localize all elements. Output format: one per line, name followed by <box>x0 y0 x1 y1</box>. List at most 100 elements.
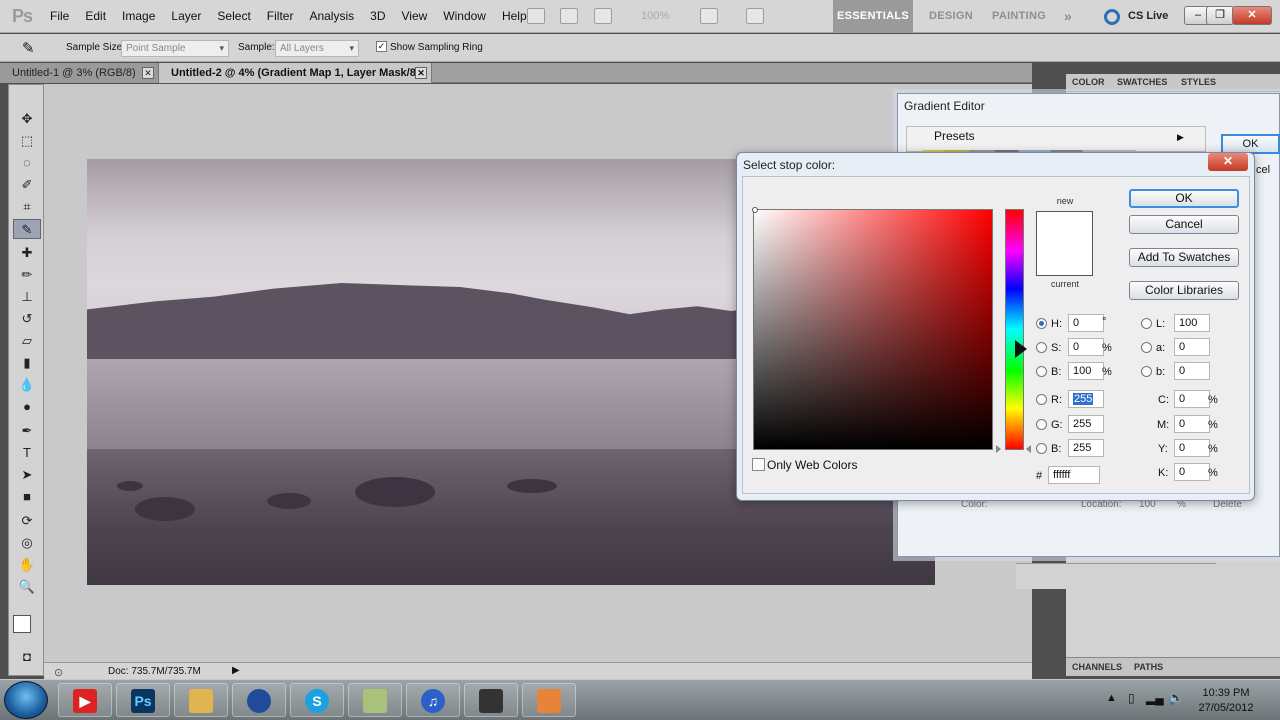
menu-filter[interactable]: Filter <box>259 0 302 33</box>
menu-view[interactable]: View <box>393 0 435 33</box>
hand-tool-icon[interactable]: ✋ <box>13 555 41 575</box>
tab-swatches[interactable]: SWATCHES <box>1117 77 1167 87</box>
color-libraries-button[interactable]: Color Libraries <box>1129 281 1239 300</box>
tab-channels[interactable]: CHANNELS <box>1072 662 1122 672</box>
zoom-tool-icon[interactable]: 🔍 <box>13 577 41 597</box>
restore-button[interactable]: ❐ <box>1206 6 1234 25</box>
sample-select[interactable]: All Layers <box>275 40 359 57</box>
workspace-essentials[interactable]: ESSENTIALS <box>833 0 913 33</box>
foreground-color-swatch[interactable] <box>13 615 31 633</box>
taskbar-clock[interactable]: 10:39 PM 27/05/2012 <box>1190 686 1262 716</box>
tab-styles[interactable]: STYLES <box>1181 77 1216 87</box>
sample-size-select[interactable]: Point Sample <box>121 40 229 57</box>
more-workspaces-icon[interactable]: » <box>1064 0 1072 33</box>
eyedropper-preset-icon[interactable]: ✎ <box>22 39 35 57</box>
shape-tool-icon[interactable]: ■ <box>13 487 41 507</box>
move-tool-icon[interactable]: ✥ <box>13 109 41 129</box>
blue-field[interactable]: 255 <box>1068 439 1104 457</box>
gradient-ok-button[interactable]: OK <box>1221 134 1280 154</box>
extras-icon[interactable] <box>594 8 612 24</box>
hue-slider[interactable] <box>1005 209 1024 450</box>
arrange-icon[interactable] <box>700 8 718 24</box>
m-field[interactable]: 0 <box>1174 415 1210 433</box>
c-field[interactable]: 0 <box>1174 390 1210 408</box>
brightness-radio[interactable] <box>1036 366 1047 377</box>
start-button[interactable] <box>4 681 48 719</box>
ok-button[interactable]: OK <box>1129 189 1239 208</box>
dodge-tool-icon[interactable]: ● <box>13 397 41 417</box>
l-field[interactable]: 100 <box>1174 314 1210 332</box>
close-tab-icon[interactable]: ✕ <box>142 67 154 79</box>
b-lab-field[interactable]: 0 <box>1174 362 1210 380</box>
eraser-tool-icon[interactable]: ▱ <box>13 331 41 351</box>
show-hidden-icons-icon[interactable]: ▲ <box>1106 692 1117 704</box>
gradient-tool-icon[interactable]: ▮ <box>13 353 41 373</box>
menu-window[interactable]: Window <box>435 0 494 33</box>
menu-image[interactable]: Image <box>114 0 163 33</box>
eyedropper-tool-icon[interactable]: ✎ <box>13 219 41 239</box>
marquee-tool-icon[interactable]: ⬚ <box>13 131 41 151</box>
tab-paths[interactable]: PATHS <box>1134 662 1163 672</box>
3d-orbit-tool-icon[interactable]: ◎ <box>13 533 41 553</box>
network-icon[interactable]: ▂▄ <box>1146 691 1164 705</box>
status-zoom-icon[interactable]: ⊙ <box>54 666 63 679</box>
taskbar-itunes[interactable]: ♫ <box>406 683 460 717</box>
pen-tool-icon[interactable]: ✒ <box>13 421 41 441</box>
r-field[interactable]: 255 <box>1068 390 1104 408</box>
menu-edit[interactable]: Edit <box>77 0 114 33</box>
hue-slider-right-arrow-icon[interactable] <box>1026 445 1031 453</box>
hex-field[interactable]: ffffff <box>1048 466 1100 484</box>
menu-file[interactable]: File <box>42 0 77 33</box>
taskbar-skype[interactable]: S <box>290 683 344 717</box>
brush-tool-icon[interactable]: ✏ <box>13 265 41 285</box>
b-lab-radio[interactable] <box>1141 366 1152 377</box>
blue-radio[interactable] <box>1036 443 1047 454</box>
a-radio[interactable] <box>1141 342 1152 353</box>
zoom-level[interactable]: 100% <box>641 10 669 22</box>
h-radio[interactable] <box>1036 318 1047 329</box>
workspace-painting[interactable]: PAINTING <box>992 0 1046 33</box>
taskbar-photoshop[interactable]: Ps <box>116 683 170 717</box>
clone-stamp-tool-icon[interactable]: ⊥ <box>13 287 41 307</box>
workspace-design[interactable]: DESIGN <box>929 0 973 33</box>
volume-icon[interactable]: 🔈 <box>1168 690 1184 706</box>
path-select-tool-icon[interactable]: ➤ <box>13 465 41 485</box>
cancel-button[interactable]: Cancel <box>1129 215 1239 234</box>
s-radio[interactable] <box>1036 342 1047 353</box>
crop-tool-icon[interactable]: ⌗ <box>13 197 41 217</box>
show-ring-checkbox[interactable]: ✓ <box>376 41 387 52</box>
history-brush-tool-icon[interactable]: ↺ <box>13 309 41 329</box>
taskbar-youtube[interactable]: ▶ <box>58 683 112 717</box>
type-tool-icon[interactable]: T <box>13 443 41 463</box>
y-field[interactable]: 0 <box>1174 439 1210 457</box>
a-field[interactable]: 0 <box>1174 338 1210 356</box>
only-web-colors-checkbox[interactable] <box>752 458 765 471</box>
quick-mask-icon[interactable]: ◘ <box>13 647 41 667</box>
mini-bridge-icon[interactable] <box>560 8 578 24</box>
3d-rotate-tool-icon[interactable]: ⟳ <box>13 511 41 531</box>
taskbar-browser[interactable] <box>232 683 286 717</box>
blur-tool-icon[interactable]: 💧 <box>13 375 41 395</box>
tab-untitled-2[interactable]: Untitled-2 @ 4% (Gradient Map 1, Layer M… <box>158 63 432 83</box>
close-button[interactable]: ✕ <box>1232 6 1272 25</box>
healing-brush-tool-icon[interactable]: ✚ <box>13 243 41 263</box>
close-tab-icon[interactable]: ✕ <box>415 67 427 79</box>
screen-mode-icon[interactable] <box>746 8 764 24</box>
menu-3d[interactable]: 3D <box>362 0 393 33</box>
menu-analysis[interactable]: Analysis <box>301 0 362 33</box>
cs-live[interactable]: CS Live <box>1128 10 1168 22</box>
tab-untitled-1[interactable]: Untitled-1 @ 3% (RGB/8) ✕ <box>0 63 158 83</box>
taskbar-app[interactable] <box>348 683 402 717</box>
menu-layer[interactable]: Layer <box>163 0 209 33</box>
presets-menu-icon[interactable]: ▶ <box>1177 132 1184 143</box>
dialog-close-button[interactable]: ✕ <box>1208 153 1248 171</box>
k-field[interactable]: 0 <box>1174 463 1210 481</box>
add-to-swatches-button[interactable]: Add To Swatches <box>1129 248 1239 267</box>
battery-icon[interactable]: ▯ <box>1128 691 1135 705</box>
color-field-marker[interactable] <box>752 207 758 213</box>
current-color-swatch[interactable] <box>1036 244 1093 276</box>
tab-color[interactable]: COLOR <box>1072 77 1105 87</box>
saturation-brightness-field[interactable] <box>753 209 993 450</box>
taskbar-paint[interactable] <box>522 683 576 717</box>
brightness-field[interactable]: 100 <box>1068 362 1104 380</box>
